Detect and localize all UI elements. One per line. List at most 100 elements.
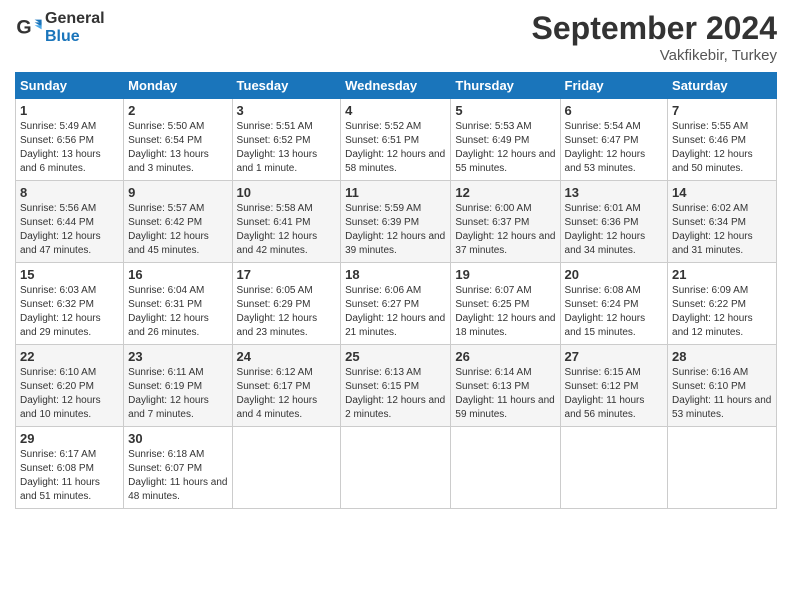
day-cell-15: 15 Sunrise: 6:03 AMSunset: 6:32 PMDaylig…	[16, 263, 124, 345]
day-cell-24: 24 Sunrise: 6:12 AMSunset: 6:17 PMDaylig…	[232, 345, 341, 427]
day-header-friday: Friday	[560, 73, 668, 99]
day-number: 1	[20, 103, 119, 118]
day-detail: Sunrise: 6:00 AMSunset: 6:37 PMDaylight:…	[455, 202, 555, 258]
day-cell-30: 30 Sunrise: 6:18 AMSunset: 6:07 PMDaylig…	[124, 427, 232, 509]
day-detail: Sunrise: 6:11 AMSunset: 6:19 PMDaylight:…	[128, 366, 227, 422]
day-detail: Sunrise: 6:07 AMSunset: 6:25 PMDaylight:…	[455, 284, 555, 340]
day-number: 8	[20, 185, 119, 200]
day-detail: Sunrise: 5:56 AMSunset: 6:44 PMDaylight:…	[20, 202, 119, 258]
day-cell-29: 29 Sunrise: 6:17 AMSunset: 6:08 PMDaylig…	[16, 427, 124, 509]
day-detail: Sunrise: 5:52 AMSunset: 6:51 PMDaylight:…	[345, 120, 446, 176]
day-detail: Sunrise: 6:14 AMSunset: 6:13 PMDaylight:…	[455, 366, 555, 422]
day-number: 25	[345, 349, 446, 364]
day-cell-27: 27 Sunrise: 6:15 AMSunset: 6:12 PMDaylig…	[560, 345, 668, 427]
day-detail: Sunrise: 6:09 AMSunset: 6:22 PMDaylight:…	[672, 284, 772, 340]
svg-text:G: G	[16, 16, 31, 38]
day-detail: Sunrise: 6:16 AMSunset: 6:10 PMDaylight:…	[672, 366, 772, 422]
day-detail: Sunrise: 6:10 AMSunset: 6:20 PMDaylight:…	[20, 366, 119, 422]
empty-cell	[341, 427, 451, 509]
day-number: 23	[128, 349, 227, 364]
day-cell-26: 26 Sunrise: 6:14 AMSunset: 6:13 PMDaylig…	[451, 345, 560, 427]
day-number: 26	[455, 349, 555, 364]
day-number: 12	[455, 185, 555, 200]
day-number: 27	[565, 349, 664, 364]
day-detail: Sunrise: 6:01 AMSunset: 6:36 PMDaylight:…	[565, 202, 664, 258]
day-detail: Sunrise: 5:49 AMSunset: 6:56 PMDaylight:…	[20, 120, 119, 176]
day-cell-3: 3 Sunrise: 5:51 AMSunset: 6:52 PMDayligh…	[232, 99, 341, 181]
day-cell-28: 28 Sunrise: 6:16 AMSunset: 6:10 PMDaylig…	[668, 345, 777, 427]
empty-cell	[668, 427, 777, 509]
day-header-monday: Monday	[124, 73, 232, 99]
day-number: 4	[345, 103, 446, 118]
week-row-2: 8 Sunrise: 5:56 AMSunset: 6:44 PMDayligh…	[16, 181, 777, 263]
day-number: 28	[672, 349, 772, 364]
day-detail: Sunrise: 6:05 AMSunset: 6:29 PMDaylight:…	[237, 284, 337, 340]
week-row-1: 1 Sunrise: 5:49 AMSunset: 6:56 PMDayligh…	[16, 99, 777, 181]
month-title: September 2024	[532, 10, 777, 47]
day-header-sunday: Sunday	[16, 73, 124, 99]
day-cell-8: 8 Sunrise: 5:56 AMSunset: 6:44 PMDayligh…	[16, 181, 124, 263]
day-number: 18	[345, 267, 446, 282]
day-detail: Sunrise: 5:50 AMSunset: 6:54 PMDaylight:…	[128, 120, 227, 176]
day-detail: Sunrise: 5:57 AMSunset: 6:42 PMDaylight:…	[128, 202, 227, 258]
day-header-tuesday: Tuesday	[232, 73, 341, 99]
day-number: 7	[672, 103, 772, 118]
day-number: 16	[128, 267, 227, 282]
empty-cell	[560, 427, 668, 509]
day-detail: Sunrise: 5:55 AMSunset: 6:46 PMDaylight:…	[672, 120, 772, 176]
day-cell-23: 23 Sunrise: 6:11 AMSunset: 6:19 PMDaylig…	[124, 345, 232, 427]
day-number: 9	[128, 185, 227, 200]
day-number: 21	[672, 267, 772, 282]
day-detail: Sunrise: 6:03 AMSunset: 6:32 PMDaylight:…	[20, 284, 119, 340]
day-detail: Sunrise: 6:04 AMSunset: 6:31 PMDaylight:…	[128, 284, 227, 340]
day-detail: Sunrise: 6:17 AMSunset: 6:08 PMDaylight:…	[20, 448, 119, 504]
day-number: 13	[565, 185, 664, 200]
day-detail: Sunrise: 5:53 AMSunset: 6:49 PMDaylight:…	[455, 120, 555, 176]
day-cell-13: 13 Sunrise: 6:01 AMSunset: 6:36 PMDaylig…	[560, 181, 668, 263]
logo-blue: Blue	[45, 28, 80, 45]
day-detail: Sunrise: 6:13 AMSunset: 6:15 PMDaylight:…	[345, 366, 446, 422]
day-cell-16: 16 Sunrise: 6:04 AMSunset: 6:31 PMDaylig…	[124, 263, 232, 345]
logo-general: General	[45, 10, 105, 27]
day-cell-14: 14 Sunrise: 6:02 AMSunset: 6:34 PMDaylig…	[668, 181, 777, 263]
day-cell-10: 10 Sunrise: 5:58 AMSunset: 6:41 PMDaylig…	[232, 181, 341, 263]
day-cell-6: 6 Sunrise: 5:54 AMSunset: 6:47 PMDayligh…	[560, 99, 668, 181]
day-header-saturday: Saturday	[668, 73, 777, 99]
day-number: 20	[565, 267, 664, 282]
day-number: 15	[20, 267, 119, 282]
calendar-table: SundayMondayTuesdayWednesdayThursdayFrid…	[15, 72, 777, 509]
empty-cell	[232, 427, 341, 509]
day-detail: Sunrise: 5:59 AMSunset: 6:39 PMDaylight:…	[345, 202, 446, 258]
day-detail: Sunrise: 5:54 AMSunset: 6:47 PMDaylight:…	[565, 120, 664, 176]
day-cell-11: 11 Sunrise: 5:59 AMSunset: 6:39 PMDaylig…	[341, 181, 451, 263]
day-number: 17	[237, 267, 337, 282]
day-cell-9: 9 Sunrise: 5:57 AMSunset: 6:42 PMDayligh…	[124, 181, 232, 263]
week-row-4: 22 Sunrise: 6:10 AMSunset: 6:20 PMDaylig…	[16, 345, 777, 427]
day-cell-4: 4 Sunrise: 5:52 AMSunset: 6:51 PMDayligh…	[341, 99, 451, 181]
day-number: 29	[20, 431, 119, 446]
day-cell-25: 25 Sunrise: 6:13 AMSunset: 6:15 PMDaylig…	[341, 345, 451, 427]
day-cell-22: 22 Sunrise: 6:10 AMSunset: 6:20 PMDaylig…	[16, 345, 124, 427]
day-number: 10	[237, 185, 337, 200]
day-cell-21: 21 Sunrise: 6:09 AMSunset: 6:22 PMDaylig…	[668, 263, 777, 345]
day-detail: Sunrise: 6:06 AMSunset: 6:27 PMDaylight:…	[345, 284, 446, 340]
day-number: 14	[672, 185, 772, 200]
logo-icon: G	[15, 14, 43, 42]
day-detail: Sunrise: 6:18 AMSunset: 6:07 PMDaylight:…	[128, 448, 227, 504]
empty-cell	[451, 427, 560, 509]
day-number: 3	[237, 103, 337, 118]
day-number: 11	[345, 185, 446, 200]
day-cell-12: 12 Sunrise: 6:00 AMSunset: 6:37 PMDaylig…	[451, 181, 560, 263]
day-detail: Sunrise: 5:51 AMSunset: 6:52 PMDaylight:…	[237, 120, 337, 176]
day-detail: Sunrise: 5:58 AMSunset: 6:41 PMDaylight:…	[237, 202, 337, 258]
day-number: 2	[128, 103, 227, 118]
day-header-thursday: Thursday	[451, 73, 560, 99]
day-detail: Sunrise: 6:12 AMSunset: 6:17 PMDaylight:…	[237, 366, 337, 422]
week-row-3: 15 Sunrise: 6:03 AMSunset: 6:32 PMDaylig…	[16, 263, 777, 345]
day-number: 24	[237, 349, 337, 364]
day-number: 22	[20, 349, 119, 364]
day-cell-18: 18 Sunrise: 6:06 AMSunset: 6:27 PMDaylig…	[341, 263, 451, 345]
week-row-5: 29 Sunrise: 6:17 AMSunset: 6:08 PMDaylig…	[16, 427, 777, 509]
day-cell-17: 17 Sunrise: 6:05 AMSunset: 6:29 PMDaylig…	[232, 263, 341, 345]
day-number: 19	[455, 267, 555, 282]
